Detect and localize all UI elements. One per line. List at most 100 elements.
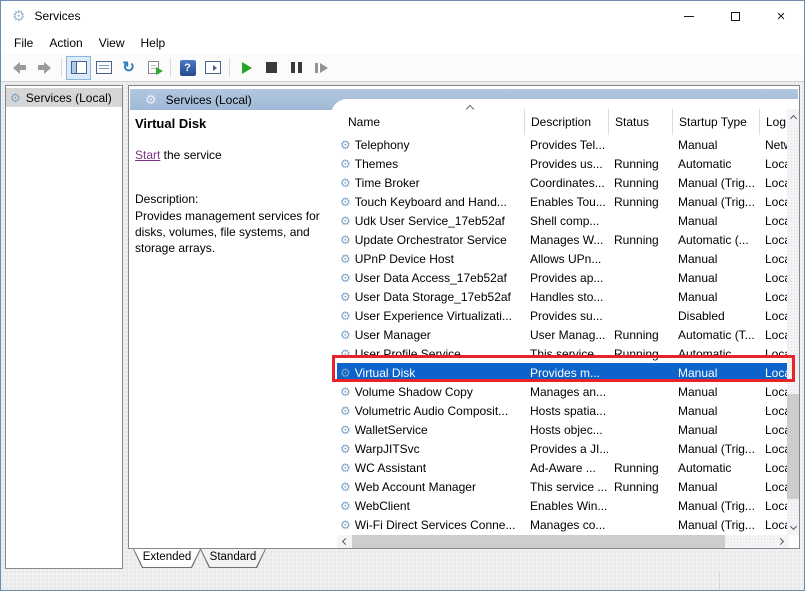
export-list-button[interactable]: [141, 56, 166, 80]
column-header-name[interactable]: Name: [337, 109, 524, 135]
vertical-scrollbar[interactable]: [787, 109, 799, 535]
horizontal-scroll-thumb[interactable]: [352, 535, 725, 548]
toolbar-separator: [229, 58, 230, 77]
table-row[interactable]: ⚙Volumetric Audio Composit...Hosts spati…: [337, 401, 789, 420]
column-header-description[interactable]: Description: [524, 109, 608, 135]
start-service-link[interactable]: Start: [135, 148, 160, 162]
table-row[interactable]: ⚙UPnP Device HostAllows UPn...ManualLoca: [337, 249, 789, 268]
service-list-box: Name Description Status Startup Type Log…: [331, 99, 799, 548]
service-name-cell: ⚙User Experience Virtualizati...: [337, 309, 524, 323]
show-console-tree-button[interactable]: [66, 56, 91, 80]
column-header-logon[interactable]: Log: [759, 109, 789, 135]
chevron-down-icon: [789, 523, 796, 530]
forward-button[interactable]: [32, 56, 57, 80]
service-logon: Loca: [759, 442, 789, 456]
service-status: Running: [608, 176, 672, 190]
service-logon: Loca: [759, 385, 789, 399]
table-row[interactable]: ⚙ThemesProvides us...RunningAutomaticLoc…: [337, 154, 789, 173]
table-row[interactable]: ⚙WalletServiceHosts objec...ManualLoca: [337, 420, 789, 439]
table-row[interactable]: ⚙WarpJITSvcProvides a JI...Manual (Trig.…: [337, 439, 789, 458]
service-startup-type: Manual: [672, 214, 759, 228]
maximize-button[interactable]: [712, 1, 758, 31]
scroll-left-button[interactable]: [337, 535, 352, 548]
refresh-icon: ↻: [122, 60, 135, 75]
table-row[interactable]: ⚙Udk User Service_17eb52afShell comp...M…: [337, 211, 789, 230]
table-row[interactable]: ⚙User Data Storage_17eb52afHandles sto..…: [337, 287, 789, 306]
menu-file[interactable]: File: [6, 36, 41, 50]
pause-service-button[interactable]: [284, 56, 309, 80]
menu-action[interactable]: Action: [41, 36, 90, 50]
service-status: Running: [608, 195, 672, 209]
service-description: Hosts objec...: [524, 423, 608, 437]
help-icon: ?: [180, 60, 196, 76]
close-button[interactable]: ×: [758, 1, 804, 31]
tab-standard[interactable]: Standard: [200, 549, 266, 568]
table-row[interactable]: ⚙WC AssistantAd-Aware ...RunningAutomati…: [337, 458, 789, 477]
column-header-status[interactable]: Status: [608, 109, 672, 135]
service-logon: Loca: [759, 214, 789, 228]
service-gear-icon: ⚙: [340, 177, 351, 189]
service-name-cell: ⚙WalletService: [337, 423, 524, 437]
table-row[interactable]: ⚙User Data Access_17eb52afProvides ap...…: [337, 268, 789, 287]
table-row[interactable]: ⚙Volume Shadow CopyManages an...ManualLo…: [337, 382, 789, 401]
service-description: Ad-Aware ...: [524, 461, 608, 475]
restart-service-icon: [315, 63, 328, 73]
properties-button[interactable]: [91, 56, 116, 80]
service-name: Web Account Manager: [355, 480, 476, 494]
table-row[interactable]: ⚙TelephonyProvides Tel...ManualNetw: [337, 135, 789, 154]
service-gear-icon: ⚙: [340, 519, 351, 531]
tab-extended[interactable]: Extended: [133, 549, 201, 568]
action-pane-icon: [205, 61, 221, 74]
menu-help[interactable]: Help: [133, 36, 174, 50]
service-startup-type: Automatic (...: [672, 233, 759, 247]
service-logon: Loca: [759, 290, 789, 304]
column-header-startup-type[interactable]: Startup Type: [672, 109, 759, 135]
service-description: User Manag...: [524, 328, 608, 342]
service-description: Provides a JI...: [524, 442, 608, 456]
table-row[interactable]: ⚙Web Account ManagerThis service ...Runn…: [337, 477, 789, 496]
horizontal-scrollbar[interactable]: [337, 535, 789, 548]
sidebar-item-services-local[interactable]: ⚙ Services (Local): [6, 88, 122, 107]
table-row[interactable]: ⚙Wi-Fi Direct Services Conne...Manages c…: [337, 515, 789, 534]
description-label: Description:: [135, 192, 198, 206]
service-name-cell: ⚙Telephony: [337, 138, 524, 152]
start-service-icon: [242, 62, 252, 74]
vertical-scroll-thumb[interactable]: [787, 394, 799, 499]
back-button[interactable]: [7, 56, 32, 80]
table-row[interactable]: ⚙Update Orchestrator ServiceManages W...…: [337, 230, 789, 249]
stop-service-button[interactable]: [259, 56, 284, 80]
refresh-button[interactable]: ↻: [116, 56, 141, 80]
start-service-button[interactable]: [234, 56, 259, 80]
service-startup-type: Manual: [672, 480, 759, 494]
service-startup-type: Manual (Trig...: [672, 499, 759, 513]
service-name-cell: ⚙Update Orchestrator Service: [337, 233, 524, 247]
properties-icon: [96, 61, 112, 74]
window-title: Services: [34, 9, 80, 23]
panel-header-title: Services (Local): [166, 93, 252, 107]
table-row[interactable]: ⚙Time BrokerCoordinates...RunningManual …: [337, 173, 789, 192]
restart-service-button[interactable]: [309, 56, 334, 80]
scroll-right-button[interactable]: [774, 535, 789, 548]
scroll-down-button[interactable]: [787, 520, 799, 535]
service-name: Touch Keyboard and Hand...: [355, 195, 507, 209]
menu-view[interactable]: View: [91, 36, 133, 50]
service-status: Running: [608, 480, 672, 494]
service-description: Manages co...: [524, 518, 608, 532]
service-name: WarpJITSvc: [355, 442, 420, 456]
table-row[interactable]: ⚙Touch Keyboard and Hand...Enables Tou..…: [337, 192, 789, 211]
service-startup-type: Manual (Trig...: [672, 518, 759, 532]
scroll-up-button[interactable]: [787, 109, 799, 124]
service-gear-icon: ⚙: [340, 215, 351, 227]
service-name: WC Assistant: [355, 461, 426, 475]
service-name-cell: ⚙Volume Shadow Copy: [337, 385, 524, 399]
minimize-button[interactable]: [666, 1, 712, 31]
help-button[interactable]: ?: [175, 56, 200, 80]
toolbar-separator: [61, 58, 62, 77]
show-action-pane-button[interactable]: [200, 56, 225, 80]
start-service-line: Start the service: [135, 148, 222, 162]
service-name-cell: ⚙User Manager: [337, 328, 524, 342]
table-row[interactable]: ⚙WebClientEnables Win...Manual (Trig...L…: [337, 496, 789, 515]
table-row[interactable]: ⚙User ManagerUser Manag...RunningAutomat…: [337, 325, 789, 344]
table-row[interactable]: ⚙User Experience Virtualizati...Provides…: [337, 306, 789, 325]
service-startup-type: Manual (Trig...: [672, 195, 759, 209]
